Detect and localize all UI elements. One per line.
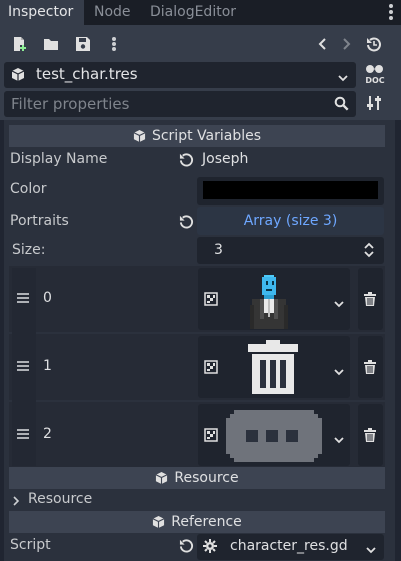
chevron-down-icon[interactable]: [334, 296, 344, 312]
spin-arrows-icon[interactable]: [364, 242, 374, 262]
cube-icon: [133, 129, 146, 143]
docs-label: DOC: [365, 76, 385, 85]
gear-icon: [203, 539, 217, 557]
more-icon[interactable]: [103, 33, 125, 55]
property-settings-icon[interactable]: [366, 95, 382, 115]
texture-icon: [204, 360, 218, 378]
texture-icon: [204, 428, 218, 446]
revert-icon[interactable]: [179, 214, 195, 230]
item-index: 1: [43, 358, 52, 374]
cube-icon: [156, 471, 168, 485]
search-icon: [334, 96, 349, 115]
color-label: Color: [10, 181, 47, 197]
revert-icon[interactable]: [179, 152, 195, 168]
section-title: Resource: [174, 470, 239, 486]
chevron-right-icon[interactable]: [12, 494, 20, 510]
history-icon[interactable]: [363, 33, 385, 55]
section-reference[interactable]: Reference: [9, 511, 385, 533]
save-icon[interactable]: [72, 33, 94, 55]
size-spinbox[interactable]: [197, 237, 384, 264]
resource-cube-icon: [11, 67, 25, 86]
resource-subgroup[interactable]: Resource: [28, 491, 92, 507]
tab-inspector[interactable]: Inspector: [0, 0, 84, 25]
texture-icon: [204, 292, 218, 310]
joseph-portrait-preview: [244, 269, 294, 335]
revert-icon[interactable]: [179, 538, 195, 554]
drag-handle-icon[interactable]: [17, 429, 29, 439]
chevron-down-icon[interactable]: [334, 364, 344, 380]
display-name-label: Display Name: [10, 151, 108, 167]
tab-dialog-editor[interactable]: DialogEditor: [142, 0, 242, 25]
size-label: Size:: [12, 242, 46, 258]
trash-icon: [363, 360, 377, 378]
section-title: Script Variables: [151, 128, 262, 144]
docs-button[interactable]: DOC: [364, 62, 386, 88]
forward-arrow-icon[interactable]: [335, 33, 357, 55]
chevron-down-icon[interactable]: [334, 432, 344, 448]
trash-can-preview: [244, 338, 302, 400]
cube-icon: [152, 515, 165, 529]
dock-menu-icon[interactable]: [389, 4, 393, 20]
drag-handle-icon[interactable]: [17, 293, 29, 303]
section-title: Reference: [171, 514, 242, 530]
speech-bubble-preview: [222, 406, 326, 470]
filter-placeholder: Filter properties: [11, 95, 130, 113]
resource-name: test_char.tres: [36, 65, 138, 83]
section-script-variables: Script Variables: [9, 125, 385, 147]
section-resource[interactable]: Resource: [9, 467, 385, 489]
trash-icon: [363, 428, 377, 446]
portraits-array-button[interactable]: Array (size 3): [197, 207, 384, 235]
size-value: 3: [214, 242, 223, 258]
chevron-down-icon[interactable]: [366, 542, 376, 558]
portraits-label: Portraits: [10, 213, 69, 229]
item-index: 2: [43, 426, 52, 442]
script-value: character_res.gd: [230, 538, 348, 554]
script-label: Script: [10, 537, 51, 553]
chevron-down-icon[interactable]: [338, 70, 348, 86]
new-resource-icon[interactable]: [8, 33, 30, 55]
trash-icon: [363, 292, 377, 310]
drag-handle-icon[interactable]: [17, 361, 29, 371]
tab-node[interactable]: Node: [86, 0, 141, 25]
back-arrow-icon[interactable]: [312, 33, 334, 55]
item-index: 0: [43, 290, 52, 306]
open-folder-icon[interactable]: [40, 33, 62, 55]
color-swatch[interactable]: [203, 181, 378, 199]
display-name-value[interactable]: Joseph: [202, 151, 248, 167]
